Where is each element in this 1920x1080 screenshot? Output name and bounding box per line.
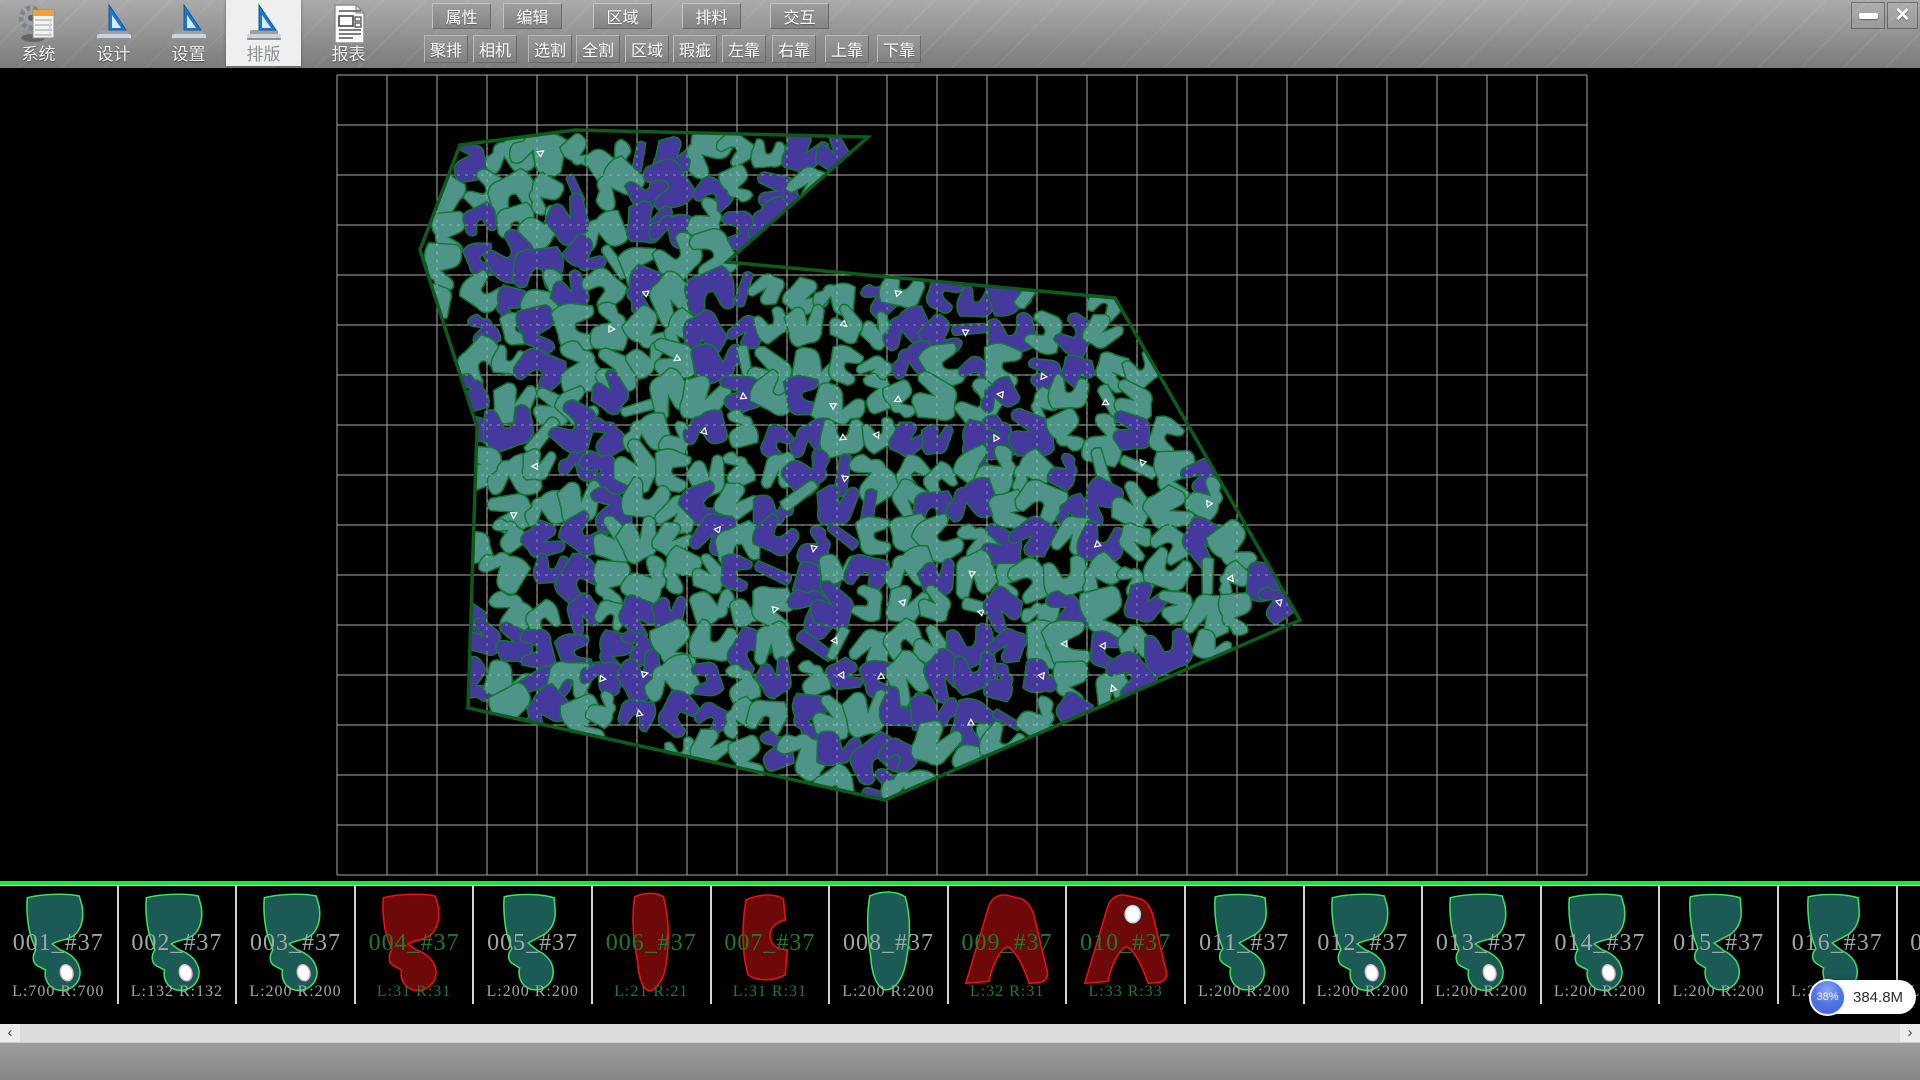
piece-thumbnail-005[interactable]: 005_#37 L:200 R:200 [474, 886, 593, 1004]
piece-thumbnail-011[interactable]: 011_#37 L:200 R:200 [1186, 886, 1305, 1004]
piece-id-label: 001_#37 [0, 930, 117, 957]
piece-lr-label: L:200 R:200 [1423, 983, 1540, 1001]
piece-thumbnail-003[interactable]: 003_#37 L:200 R:200 [237, 886, 356, 1004]
piece-id-label: 014_#37 [1542, 930, 1659, 957]
scroll-left-arrow[interactable]: ‹ [0, 1024, 20, 1042]
piece-id-label: 012_#37 [1305, 930, 1422, 957]
piece-lr-label: L:32 R:31 [949, 983, 1066, 1001]
piece-lr-label: L:200 R:200 [1660, 983, 1777, 1001]
piece-id-label: 010_#37 [1067, 930, 1184, 957]
horizontal-scrollbar[interactable]: ‹ › [0, 1024, 1920, 1042]
piece-thumbnail-001[interactable]: 001_#37 L:700 R:700 [0, 886, 119, 1004]
piece-thumbnail-list: 001_#37 L:700 R:700 002_#37 L:132 R:132 … [0, 885, 1920, 1004]
piece-id-label: 005_#37 [474, 930, 591, 957]
progress-percent-badge: 38% [1809, 979, 1846, 1016]
piece-id-label: 004_#37 [356, 930, 473, 957]
piece-id-label: 009_#37 [949, 930, 1066, 957]
piece-id-label: 003_#37 [237, 930, 354, 957]
piece-id-label: 006_#37 [593, 930, 710, 957]
piece-id-label: 017_#37 [1898, 930, 1920, 957]
piece-thumbnail-009[interactable]: 009_#37 L:32 R:31 [949, 886, 1068, 1004]
piece-id-label: 002_#37 [119, 930, 236, 957]
piece-thumbnail-015[interactable]: 015_#37 L:200 R:200 [1660, 886, 1779, 1004]
piece-lr-label: L:200 R:200 [1305, 983, 1422, 1001]
piece-id-label: 015_#37 [1660, 930, 1777, 957]
piece-thumbnail-012[interactable]: 012_#37 L:200 R:200 [1305, 886, 1424, 1004]
piece-thumbnail-010[interactable]: 010_#37 L:33 R:33 [1067, 886, 1186, 1004]
piece-lr-label: L:33 R:33 [1067, 983, 1184, 1001]
piece-lr-label: L:700 R:700 [0, 983, 117, 1001]
piece-lr-label: L:31 R:31 [712, 983, 829, 1001]
piece-lr-label: L:200 R:200 [237, 983, 354, 1001]
piece-lr-label: L:200 R:200 [830, 983, 947, 1001]
piece-id-label: 016_#37 [1779, 930, 1896, 957]
piece-lr-label: L:200 R:200 [1542, 983, 1659, 1001]
piece-id-label: 011_#37 [1186, 930, 1303, 957]
piece-thumbnail-004[interactable]: 004_#37 L:31 R:31 [356, 886, 475, 1004]
progress-size-label: 384.8M [1853, 989, 1903, 1006]
nesting-canvas[interactable] [0, 0, 1920, 881]
piece-id-label: 013_#37 [1423, 930, 1540, 957]
piece-thumbnail-008[interactable]: 008_#37 L:200 R:200 [830, 886, 949, 1004]
piece-id-label: 007_#37 [712, 930, 829, 957]
piece-id-label: 008_#37 [830, 930, 947, 957]
piece-lr-label: L:200 R:200 [1186, 983, 1303, 1001]
piece-lr-label: L:21 R:21 [593, 983, 710, 1001]
piece-thumbnail-006[interactable]: 006_#37 L:21 R:21 [593, 886, 712, 1004]
piece-lr-label: L:132 R:132 [119, 983, 236, 1001]
piece-thumbnail-002[interactable]: 002_#37 L:132 R:132 [119, 886, 238, 1004]
piece-thumbnail-strip: 001_#37 L:700 R:700 002_#37 L:132 R:132 … [0, 881, 1920, 1004]
piece-thumbnail-007[interactable]: 007_#37 L:31 R:31 [712, 886, 831, 1004]
piece-lr-label: L:31 R:31 [356, 983, 473, 1001]
scroll-right-arrow[interactable]: › [1900, 1024, 1920, 1042]
piece-thumbnail-014[interactable]: 014_#37 L:200 R:200 [1542, 886, 1661, 1004]
piece-lr-label: L:200 R:200 [474, 983, 591, 1001]
piece-thumbnail-013[interactable]: 013_#37 L:200 R:200 [1423, 886, 1542, 1004]
status-bar [0, 1042, 1920, 1080]
download-progress-badge[interactable]: 38% 384.8M [1811, 980, 1916, 1014]
